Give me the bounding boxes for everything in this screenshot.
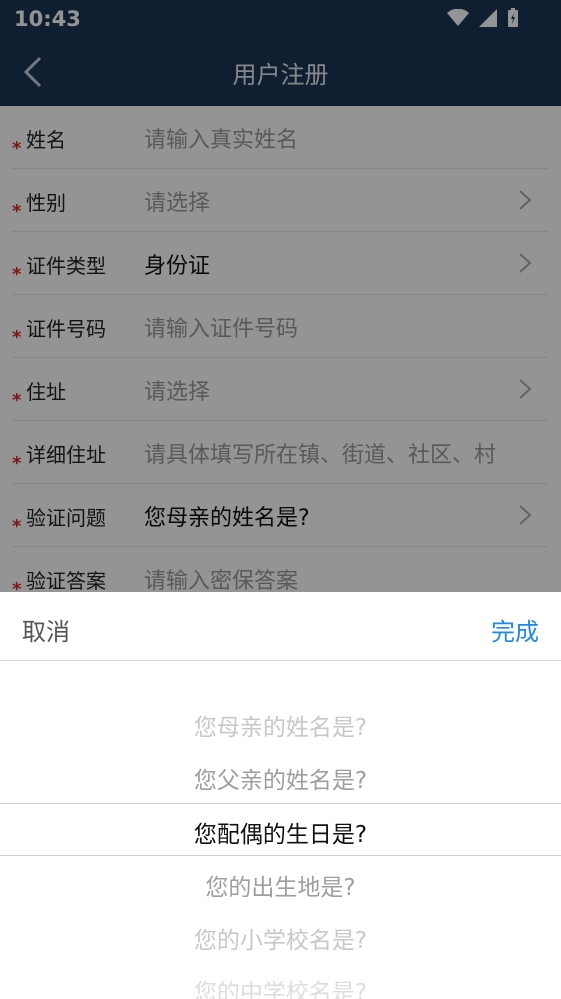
picker-toolbar: 取消 完成 — [0, 592, 561, 661]
done-button[interactable]: 完成 — [491, 612, 539, 647]
picker-option-selected[interactable]: 您配偶的生日是? — [0, 815, 561, 849]
picker-option[interactable]: 您的中学校名是? — [0, 973, 561, 999]
question-picker-wheel[interactable]: 您母亲的姓名是? 您父亲的姓名是? 您配偶的生日是? 您的出生地是? 您的小学校… — [0, 660, 561, 999]
modal-dim-overlay[interactable] — [0, 0, 561, 592]
selection-bottom-line — [0, 855, 561, 856]
cancel-button[interactable]: 取消 — [22, 612, 70, 647]
picker-option[interactable]: 您的小学校名是? — [0, 921, 561, 955]
picker-option[interactable]: 您的出生地是? — [0, 868, 561, 902]
selection-top-line — [0, 803, 561, 804]
picker-option[interactable]: 您母亲的姓名是? — [0, 708, 561, 742]
picker-sheet: 取消 完成 您母亲的姓名是? 您父亲的姓名是? 您配偶的生日是? 您的出生地是?… — [0, 592, 561, 999]
picker-option[interactable]: 您父亲的姓名是? — [0, 761, 561, 795]
